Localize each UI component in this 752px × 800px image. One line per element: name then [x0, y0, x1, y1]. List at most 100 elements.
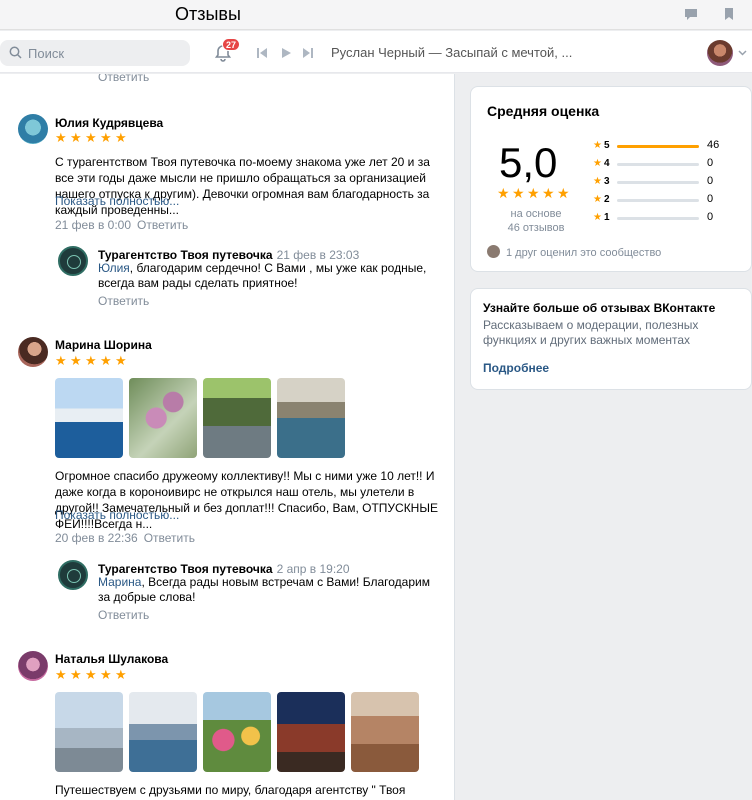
distribution-count: 0: [707, 175, 714, 187]
reviewer-name[interactable]: Наталья Шулакова: [55, 652, 168, 666]
star-icon: ★: [593, 212, 602, 223]
star-icon: ★: [527, 185, 540, 201]
review-text: Огромное спасибо дружеому коллективу!! М…: [55, 469, 438, 531]
answer-author[interactable]: Турагентство Твоя путевочка 2 апр в 19:20: [98, 562, 350, 576]
star-icon: ★: [55, 130, 67, 145]
mention-link[interactable]: Юлия: [98, 261, 130, 275]
reply-link[interactable]: Ответить: [98, 608, 149, 622]
next-track-icon[interactable]: [302, 47, 314, 59]
review-date: 20 фев в 22:36: [55, 531, 138, 545]
distribution-row[interactable]: ★ 1 0: [593, 211, 743, 229]
info-card: Узнайте больше об отзывах ВКонтакте Расс…: [470, 288, 752, 390]
distribution-row[interactable]: ★ 5 46: [593, 139, 743, 157]
distribution-label: 5: [604, 140, 610, 151]
reviewer-name[interactable]: Марина Шорина: [55, 338, 152, 352]
distribution-label: 2: [604, 194, 610, 205]
agency-avatar[interactable]: [58, 246, 88, 276]
answer-text: Юлия, благодарим сердечно! С Вами , мы у…: [98, 261, 438, 291]
learn-more-link[interactable]: Подробнее: [483, 361, 549, 375]
answer-author-name[interactable]: Турагентство Твоя путевочка: [98, 562, 273, 576]
star-icon: ★: [55, 667, 67, 682]
top-navigation: 27 Руслан Черный — Засыпай с мечтой, ...: [0, 31, 752, 73]
distribution-bar: [617, 163, 699, 166]
review-text: Путешествуем с друзьями по миру, благода…: [55, 783, 406, 800]
star-icon: ★: [593, 194, 602, 205]
reply-link[interactable]: Ответить: [98, 294, 149, 308]
search-box[interactable]: [0, 40, 190, 66]
star-icon: ★: [100, 130, 112, 145]
answer-body: , благодарим сердечно! С Вами , мы уже к…: [98, 261, 427, 290]
reviewer-avatar[interactable]: [18, 651, 48, 681]
star-icon: ★: [593, 158, 602, 169]
user-avatar[interactable]: [707, 40, 733, 66]
reviews-feed: Ответить Юлия Кудрявцева ★ ★ ★ ★ ★ С тур…: [0, 74, 455, 800]
rating-distribution: ★ 5 46 ★ 4 0 ★ 3 0 ★ 2 0 ★ 1 0: [593, 139, 743, 229]
window-title: Отзывы: [175, 4, 241, 24]
mention-link[interactable]: Марина: [98, 575, 141, 589]
review-meta: 20 фев в 22:36 Ответить: [55, 531, 195, 545]
reviews-count: 46 отзывов: [507, 222, 565, 234]
star-icon: ★: [100, 353, 112, 368]
agency-avatar[interactable]: [58, 560, 88, 590]
search-input[interactable]: [28, 43, 178, 63]
average-score: 5,0: [499, 139, 558, 186]
distribution-label: 3: [604, 176, 610, 187]
review-photo[interactable]: [277, 378, 345, 458]
based-on: на основе 46 отзывов: [501, 207, 571, 235]
star-icon: ★: [70, 667, 82, 682]
review-photo[interactable]: [55, 378, 123, 458]
review-photo[interactable]: [129, 692, 197, 772]
reviewer-name[interactable]: Юлия Кудрявцева: [55, 116, 163, 130]
bookmark-icon[interactable]: [721, 6, 737, 22]
star-icon: ★: [55, 353, 67, 368]
previous-track-icon[interactable]: [256, 47, 268, 59]
star-icon: ★: [593, 176, 602, 187]
review-stars: ★ ★ ★ ★ ★: [55, 353, 127, 369]
info-card-text: Рассказываем о модерации, полезных функц…: [483, 318, 699, 347]
answer-author[interactable]: Турагентство Твоя путевочка 21 фев в 23:0…: [98, 248, 359, 262]
star-icon: ★: [85, 130, 97, 145]
review-photo[interactable]: [129, 378, 197, 458]
distribution-row[interactable]: ★ 4 0: [593, 157, 743, 175]
reply-link[interactable]: Ответить: [137, 218, 188, 232]
distribution-bar: [617, 199, 699, 202]
star-icon: ★: [557, 185, 570, 201]
star-icon: ★: [593, 140, 602, 151]
rating-card: Средняя оценка 5,0 ★ ★ ★ ★ ★ на основе 4…: [470, 86, 752, 272]
review-photo[interactable]: [203, 378, 271, 458]
reply-link[interactable]: Ответить: [144, 531, 195, 545]
friends-rated[interactable]: 1 друг оценил это сообщество: [487, 245, 661, 259]
distribution-bar: [617, 181, 699, 184]
answer-date: 21 фев в 23:03: [276, 248, 360, 262]
show-more-link[interactable]: Показать полностью...: [55, 508, 179, 522]
chat-icon[interactable]: [683, 6, 699, 22]
star-icon: ★: [115, 130, 127, 145]
show-more-link[interactable]: Показать полностью...: [55, 194, 179, 208]
reply-link[interactable]: Ответить: [98, 74, 149, 84]
reviewer-avatar[interactable]: [18, 337, 48, 367]
distribution-row[interactable]: ★ 2 0: [593, 193, 743, 211]
reviewer-avatar[interactable]: [18, 114, 48, 144]
info-card-title: Узнайте больше об отзывах ВКонтакте: [483, 301, 716, 315]
distribution-label: 4: [604, 158, 610, 169]
review-photo[interactable]: [203, 692, 271, 772]
review-photo[interactable]: [351, 692, 419, 772]
play-icon[interactable]: [280, 47, 292, 59]
review-photo[interactable]: [55, 692, 123, 772]
friends-rated-text: 1 друг оценил это сообщество: [506, 247, 662, 259]
star-icon: ★: [542, 185, 555, 201]
review-date: 21 фев в 0:00: [55, 218, 132, 232]
distribution-row[interactable]: ★ 3 0: [593, 175, 743, 193]
current-track[interactable]: Руслан Черный — Засыпай с мечтой, ...: [331, 45, 572, 60]
distribution-bar: [617, 217, 699, 220]
answer-body: , Всегда рады новым встречам с Вами! Бла…: [98, 575, 430, 604]
star-icon: ★: [70, 353, 82, 368]
answer-author-name[interactable]: Турагентство Твоя путевочка: [98, 248, 273, 262]
star-icon: ★: [497, 185, 510, 201]
chevron-down-icon[interactable]: [738, 50, 747, 56]
review-photo[interactable]: [277, 692, 345, 772]
based-on-label: на основе: [510, 208, 562, 220]
review-photos: [55, 378, 345, 458]
star-icon: ★: [100, 667, 112, 682]
distribution-bar: [617, 145, 699, 148]
